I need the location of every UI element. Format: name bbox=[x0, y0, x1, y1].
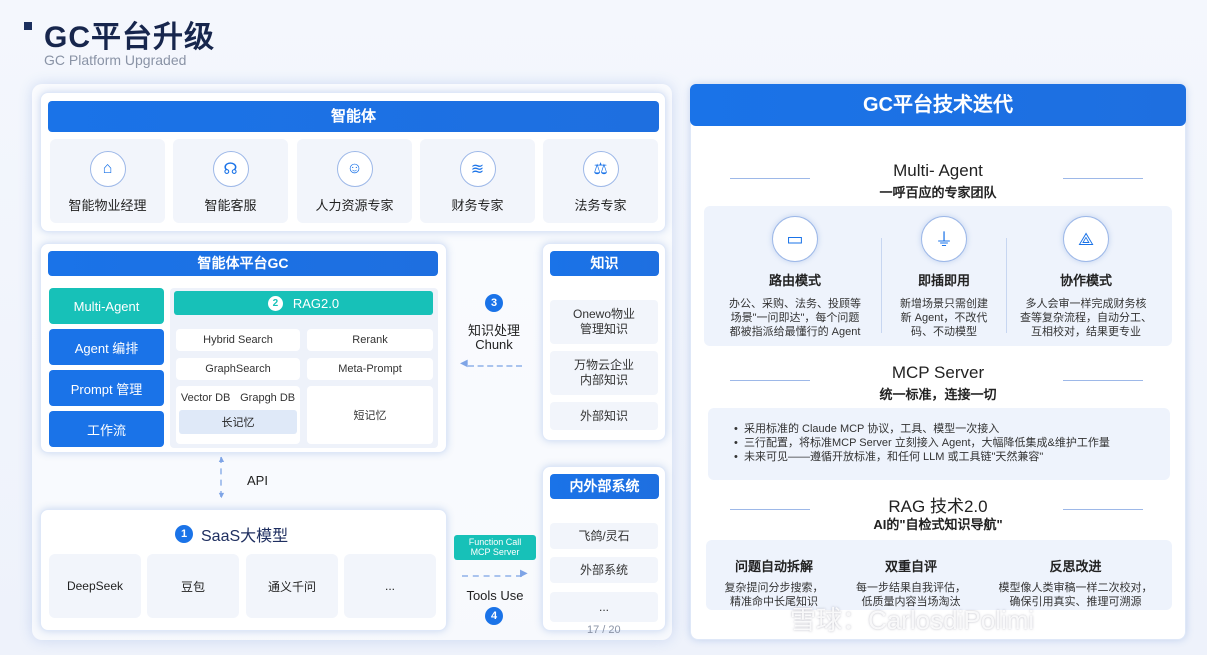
long-memory-label: 长记忆 bbox=[179, 410, 297, 434]
agent-card-customer-service[interactable]: ☊ 智能客服 bbox=[173, 139, 288, 223]
system-item-more[interactable]: ... bbox=[550, 592, 658, 622]
chunk-number-badge: 3 bbox=[485, 294, 503, 312]
mcp-server-label: MCP Server bbox=[470, 547, 520, 557]
rag-cell-hybrid-search: Hybrid Search bbox=[176, 329, 300, 351]
vector-db-label: Vector DB bbox=[180, 392, 231, 404]
agent-card-legal-expert[interactable]: ⚖ 法务专家 bbox=[543, 139, 658, 223]
rag-header: 2 RAG2.0 bbox=[174, 291, 433, 315]
side-item-agent-orchestration[interactable]: Agent 编排 bbox=[49, 329, 164, 365]
knowledge-item-external[interactable]: 外部知识 bbox=[550, 402, 658, 430]
api-label: API bbox=[247, 473, 268, 488]
knowledge-header: 知识 bbox=[550, 251, 659, 276]
side-item-workflow[interactable]: 工作流 bbox=[49, 411, 164, 447]
function-call-badge: Function Call MCP Server bbox=[454, 535, 536, 560]
chunk-arrow bbox=[468, 365, 522, 367]
feature-desc: 新增场景只需创建 新 Agent，不改代 码、不动模型 bbox=[900, 298, 988, 338]
page-number: 17 / 20 bbox=[587, 624, 621, 636]
saas-header: 1 SaaS大模型 bbox=[175, 522, 288, 546]
watermark: 雪球：CarlosdiPolimi bbox=[790, 605, 1035, 635]
tools-number-badge: 4 bbox=[485, 607, 503, 625]
mcp-bullet: • 采用标准的 Claude MCP 协议，工具、模型一次接入 bbox=[734, 423, 1000, 435]
function-call-label: Function Call bbox=[468, 537, 522, 547]
feature-desc: 办公、采购、法务、投顾等 场景"一问即达"，每个问题 都被指派给最懂行的 Age… bbox=[729, 298, 861, 338]
saas-number-badge: 1 bbox=[175, 525, 193, 543]
rag-number-badge: 2 bbox=[267, 295, 283, 311]
feature-title: 协作模式 bbox=[1059, 273, 1112, 288]
saas-title: SaaS大模型 bbox=[201, 528, 289, 545]
agent-card-finance-expert[interactable]: ≋ 财务专家 bbox=[420, 139, 535, 223]
knowledge-item-enterprise[interactable]: 万物云企业 内部知识 bbox=[550, 351, 658, 395]
agent-label: 智能客服 bbox=[204, 198, 257, 213]
feature-divider bbox=[1006, 238, 1007, 333]
mcp-bullet: • 未来可见——遵循开放标准，和任何 LLM 或工具链"天然兼容" bbox=[734, 451, 1044, 463]
plug-icon: ⏚ bbox=[921, 216, 967, 262]
feature-plug-and-play: ⏚ 即插即用 新增场景只需创建 新 Agent，不改代 码、不动模型 bbox=[884, 216, 1004, 339]
feature-title: 双重自评 bbox=[884, 559, 937, 574]
feature-title: 路由模式 bbox=[768, 273, 821, 288]
chunk-arrow-head-icon: ◀ bbox=[460, 358, 468, 369]
scales-icon: ⚖ bbox=[582, 151, 619, 187]
agents-header: 智能体 bbox=[48, 101, 659, 132]
system-item-external[interactable]: 外部系统 bbox=[550, 557, 658, 583]
multi-agent-subtitle: 一呼百应的专家团队 bbox=[879, 185, 997, 200]
agent-label: 人力资源专家 bbox=[315, 198, 394, 213]
house-gear-icon: ⌂ bbox=[89, 151, 126, 187]
agent-label: 智能物业经理 bbox=[68, 198, 147, 213]
page-title: GC平台升级 bbox=[44, 21, 215, 54]
agent-label: 法务专家 bbox=[574, 198, 627, 213]
agent-card-property-manager[interactable]: ⌂ 智能物业经理 bbox=[50, 139, 165, 223]
person-icon: ☺ bbox=[336, 151, 373, 187]
mcp-subtitle: 统一标准，连接一切 bbox=[879, 387, 997, 402]
model-card-qwen[interactable]: 通义千问 bbox=[246, 554, 338, 618]
long-memory-box: Vector DB Grapgh DB 长记忆 bbox=[176, 386, 300, 444]
collab-icon: ⟁ bbox=[1063, 216, 1109, 262]
router-icon: ▭ bbox=[772, 216, 818, 262]
knowledge-item-property[interactable]: Onewo物业 管理知识 bbox=[550, 300, 658, 344]
rag-title: RAG2.0 bbox=[292, 295, 340, 311]
tools-arrow bbox=[462, 575, 522, 577]
model-card-doubao[interactable]: 豆包 bbox=[147, 554, 239, 618]
api-arrow-up-icon: ▲ bbox=[217, 454, 226, 464]
model-card-deepseek[interactable]: DeepSeek bbox=[49, 554, 141, 618]
rag-cell-meta-prompt: Meta-Prompt bbox=[307, 358, 433, 380]
feature-divider bbox=[881, 238, 882, 333]
mcp-title: MCP Server bbox=[891, 363, 985, 382]
title-bullet bbox=[24, 22, 32, 30]
multi-agent-title: Multi- Agent bbox=[893, 161, 983, 180]
feature-title: 即插即用 bbox=[917, 273, 970, 288]
coins-icon: ≋ bbox=[459, 151, 496, 187]
system-item-feige[interactable]: 飞鸽/灵石 bbox=[550, 523, 658, 549]
api-arrow-down-icon: ▼ bbox=[217, 490, 226, 500]
right-header: GC平台技术迭代 bbox=[690, 84, 1186, 126]
rag2-subtitle: AI的"自检式知识导航" bbox=[873, 517, 1003, 532]
feature-routing: ▭ 路由模式 办公、采购、法务、投顾等 场景"一问即达"，每个问题 都被指派给最… bbox=[714, 216, 876, 339]
chunk-line2: Chunk bbox=[475, 337, 513, 352]
agent-label: 财务专家 bbox=[451, 198, 504, 213]
platform-header: 智能体平台GC bbox=[48, 251, 438, 276]
mcp-bullets: • 采用标准的 Claude MCP 协议，工具、模型一次接入 • 三行配置，将… bbox=[708, 408, 1170, 480]
tools-arrow-head-icon: ▶ bbox=[520, 568, 528, 579]
page-subtitle: GC Platform Upgraded bbox=[44, 52, 187, 68]
graph-db-label: Grapgh DB bbox=[240, 392, 296, 404]
rag-cell-graphsearch: GraphSearch bbox=[176, 358, 300, 380]
feature-title: 问题自动拆解 bbox=[734, 559, 813, 574]
feature-collaboration: ⟁ 协作模式 多人会审一样完成财务核 查等复杂流程，自动分工、 互相校对，结果更… bbox=[1010, 216, 1162, 339]
side-item-prompt-management[interactable]: Prompt 管理 bbox=[49, 370, 164, 406]
rag-cell-rerank: Rerank bbox=[307, 329, 433, 351]
tools-use-label: Tools Use bbox=[466, 588, 524, 603]
headset-icon: ☊ bbox=[212, 151, 249, 187]
feature-title: 反思改进 bbox=[1049, 559, 1102, 574]
agent-card-hr-expert[interactable]: ☺ 人力资源专家 bbox=[297, 139, 412, 223]
feature-desc: 多人会审一样完成财务核 查等复杂流程，自动分工、 互相校对，结果更专业 bbox=[1020, 298, 1152, 338]
mcp-bullet: • 三行配置，将标准MCP Server 立刻接入 Agent，大幅降低集成&维… bbox=[734, 437, 1110, 449]
rag-cell-short-memory: 短记忆 bbox=[307, 386, 433, 444]
systems-header: 内外部系统 bbox=[550, 474, 659, 499]
side-item-multi-agent[interactable]: Multi-Agent bbox=[49, 288, 164, 324]
model-card-more[interactable]: ... bbox=[344, 554, 436, 618]
